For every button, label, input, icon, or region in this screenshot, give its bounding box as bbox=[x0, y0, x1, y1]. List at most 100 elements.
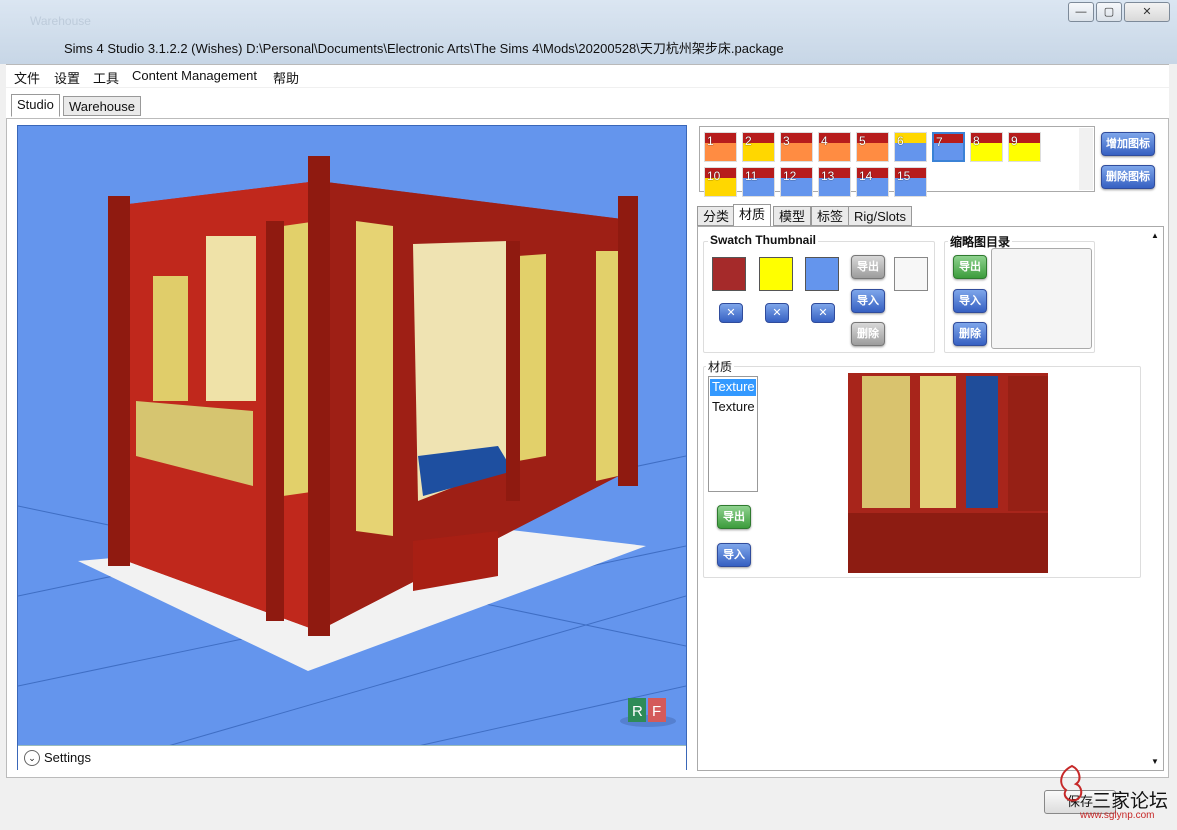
dir-delete-label: 删除 bbox=[959, 328, 981, 340]
swatch-number: 15 bbox=[897, 169, 911, 183]
add-swatch-label: 增加图标 bbox=[1106, 138, 1150, 150]
close-button[interactable]: ✕ bbox=[1124, 2, 1170, 22]
menu-content-management[interactable]: Content Management bbox=[132, 68, 257, 83]
tab-model-label: 模型 bbox=[779, 209, 806, 224]
material-export-label: 导出 bbox=[723, 511, 745, 523]
swatch-item[interactable]: 7 bbox=[932, 132, 965, 162]
dir-import-button[interactable]: 导入 bbox=[953, 289, 987, 313]
close-icon: ✕ bbox=[772, 307, 782, 319]
dir-export-button[interactable]: 导出 bbox=[953, 255, 987, 279]
add-swatch-button[interactable]: 增加图标 bbox=[1101, 132, 1155, 156]
watermark: 三家论坛 www.sglynp.com bbox=[1052, 762, 1174, 824]
menu-tools[interactable]: 工具 bbox=[93, 68, 119, 87]
material-list[interactable]: Texture Texture bbox=[708, 376, 758, 492]
swatch-list-scrollbar[interactable] bbox=[1079, 128, 1093, 190]
chevron-down-icon[interactable]: ⌄ bbox=[24, 750, 40, 766]
menu-file[interactable]: 文件 bbox=[14, 68, 40, 87]
swatch-item[interactable]: 13 bbox=[818, 167, 851, 197]
maximize-icon: ▢ bbox=[1103, 6, 1115, 18]
swatch-item[interactable]: 2 bbox=[742, 132, 775, 162]
swatch-number: 13 bbox=[821, 169, 835, 183]
swatch-item[interactable]: 11 bbox=[742, 167, 775, 197]
remove-swatch-button[interactable]: 删除图标 bbox=[1101, 165, 1155, 189]
panel-scrollbar[interactable]: ▲ ▼ bbox=[1149, 231, 1161, 766]
list-item[interactable]: Texture bbox=[710, 379, 756, 396]
swatch-item[interactable]: 1 bbox=[704, 132, 737, 162]
swatch-number: 10 bbox=[707, 169, 721, 183]
bed-preview: R F bbox=[18, 156, 686, 746]
thumbnail-delete-label: 删除 bbox=[857, 328, 879, 340]
swatch-item[interactable]: 8 bbox=[970, 132, 1003, 162]
swatch-color-3[interactable] bbox=[805, 257, 839, 291]
list-item[interactable]: Texture bbox=[710, 399, 756, 416]
material-title: 材质 bbox=[706, 358, 735, 375]
dir-import-label: 导入 bbox=[959, 295, 981, 307]
swatch-item[interactable]: 6 bbox=[894, 132, 927, 162]
close-icon: ✕ bbox=[726, 307, 736, 319]
tab-warehouse-label: Warehouse bbox=[69, 99, 135, 114]
window-title: Sims 4 Studio 3.1.2.2 (Wishes) D:\Person… bbox=[64, 41, 784, 56]
tab-category-label: 分类 bbox=[703, 209, 730, 224]
swatch-list[interactable]: 1 2 3 4 5 6 7 8 9 10 11 12 13 14 15 bbox=[699, 126, 1095, 197]
thumbnail-import-label: 导入 bbox=[857, 295, 879, 307]
thumbnail-export-button[interactable]: 导出 bbox=[851, 255, 885, 279]
swatch-number: 8 bbox=[973, 134, 980, 148]
menu-settings[interactable]: 设置 bbox=[54, 68, 80, 87]
maximize-button[interactable]: ▢ bbox=[1096, 2, 1122, 22]
tab-rig-slots[interactable]: Rig/Slots bbox=[848, 206, 913, 226]
remove-color-3-button[interactable]: ✕ bbox=[811, 303, 835, 323]
swatch-item[interactable]: 10 bbox=[704, 167, 737, 197]
dir-delete-button[interactable]: 删除 bbox=[953, 322, 987, 346]
swatch-item[interactable]: 9 bbox=[1008, 132, 1041, 162]
tab-studio-label: Studio bbox=[17, 97, 54, 112]
tab-tags[interactable]: 标签 bbox=[811, 206, 850, 226]
swatch-number: 1 bbox=[707, 134, 714, 148]
rf-logo-f: F bbox=[652, 703, 661, 720]
material-import-button[interactable]: 导入 bbox=[717, 543, 751, 567]
thumbnail-export-label: 导出 bbox=[857, 261, 879, 273]
minimize-icon: — bbox=[1075, 6, 1087, 18]
dir-export-label: 导出 bbox=[959, 261, 981, 273]
material-import-label: 导入 bbox=[723, 549, 745, 561]
settings-expander[interactable]: ⌄ Settings bbox=[18, 745, 686, 770]
swatch-item[interactable]: 14 bbox=[856, 167, 889, 197]
swatch-number: 6 bbox=[897, 134, 904, 148]
thumbnail-dir-preview bbox=[991, 248, 1092, 349]
thumbnail-delete-button[interactable]: 删除 bbox=[851, 322, 885, 346]
remove-color-1-button[interactable]: ✕ bbox=[719, 303, 743, 323]
app-window: Warehouse Sims 4 Studio 3.1.2.2 (Wishes)… bbox=[0, 0, 1177, 830]
tab-studio[interactable]: Studio bbox=[11, 94, 60, 117]
tab-category[interactable]: 分类 bbox=[697, 206, 736, 226]
minimize-button[interactable]: — bbox=[1068, 2, 1094, 22]
swatch-item[interactable]: 12 bbox=[780, 167, 813, 197]
remove-color-2-button[interactable]: ✕ bbox=[765, 303, 789, 323]
3d-viewport[interactable]: R F bbox=[17, 125, 687, 770]
remove-swatch-label: 删除图标 bbox=[1106, 171, 1150, 183]
ghost-window-title: Warehouse bbox=[30, 14, 91, 28]
tab-tags-label: 标签 bbox=[817, 209, 844, 224]
swatch-number: 7 bbox=[936, 135, 943, 149]
swatch-item[interactable]: 4 bbox=[818, 132, 851, 162]
thumbnail-import-button[interactable]: 导入 bbox=[851, 289, 885, 313]
tab-model[interactable]: 模型 bbox=[773, 206, 812, 226]
rf-logo: R F bbox=[620, 698, 676, 727]
close-icon: ✕ bbox=[1142, 6, 1152, 18]
main-tab-strip: Studio Warehouse bbox=[6, 88, 1169, 118]
swatch-item[interactable]: 3 bbox=[780, 132, 813, 162]
material-export-button[interactable]: 导出 bbox=[717, 505, 751, 529]
swatch-number: 3 bbox=[783, 134, 790, 148]
tab-warehouse[interactable]: Warehouse bbox=[63, 96, 141, 116]
tab-rig-slots-label: Rig/Slots bbox=[854, 209, 907, 224]
swatch-item[interactable]: 5 bbox=[856, 132, 889, 162]
swatch-color-1[interactable] bbox=[712, 257, 746, 291]
title-bar[interactable]: Warehouse Sims 4 Studio 3.1.2.2 (Wishes)… bbox=[0, 0, 1177, 64]
tab-material[interactable]: 材质 bbox=[733, 204, 772, 227]
swatch-number: 2 bbox=[745, 134, 752, 148]
swatch-number: 4 bbox=[821, 134, 828, 148]
menu-help[interactable]: 帮助 bbox=[273, 68, 299, 87]
swatch-number: 5 bbox=[859, 134, 866, 148]
swatch-color-2[interactable] bbox=[759, 257, 793, 291]
swatch-item[interactable]: 15 bbox=[894, 167, 927, 197]
scroll-up-icon[interactable]: ▲ bbox=[1151, 231, 1159, 240]
texture-preview bbox=[848, 373, 1048, 573]
